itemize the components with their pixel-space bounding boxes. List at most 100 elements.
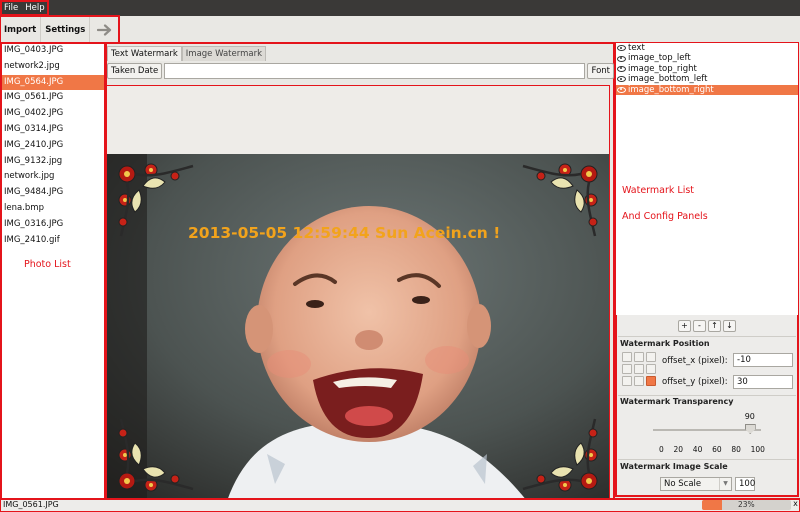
transparency-value: 90 — [744, 412, 755, 421]
tick-label: 80 — [731, 445, 741, 454]
position-cell[interactable] — [622, 352, 632, 362]
eye-icon[interactable] — [617, 65, 626, 72]
watermark-list-item[interactable]: text — [616, 43, 798, 53]
arrow-right-icon — [96, 23, 111, 36]
tick-label: 60 — [712, 445, 722, 454]
progress-fill — [702, 500, 723, 510]
menu-file[interactable]: File — [4, 3, 18, 13]
status-bar: IMG_0561.JPG 23% x — [0, 498, 800, 512]
list-buttons: + - ↑ ↓ — [678, 320, 736, 332]
font-button[interactable]: Font — [587, 62, 614, 79]
photo-list-item[interactable]: IMG_0402.JPG — [1, 106, 105, 122]
tick-label: 20 — [673, 445, 684, 454]
offset-y-label: offset_y (pixel): — [662, 377, 728, 387]
scale-mode-select[interactable]: No Scale ▼ — [660, 477, 732, 491]
photo-list-item[interactable]: IMG_0403.JPG — [1, 43, 105, 59]
watermark-item-label: image_top_left — [628, 53, 691, 64]
photo-list-item[interactable]: network2.jpg — [1, 59, 105, 75]
text-row: Taken Date Font — [107, 62, 614, 79]
position-cell[interactable] — [634, 376, 644, 386]
photo-list-item[interactable]: lena.bmp — [1, 201, 105, 217]
tick-label: 40 — [692, 445, 703, 454]
eye-icon[interactable] — [617, 55, 626, 62]
scale-value-input[interactable]: 100 — [735, 477, 755, 491]
photo-list-item[interactable]: IMG_0314.JPG — [1, 122, 105, 138]
watermark-list-item[interactable]: image_top_left — [616, 53, 798, 63]
position-cell[interactable] — [634, 352, 644, 362]
watermark-list-annotation: Watermark List — [622, 185, 695, 196]
eye-icon[interactable] — [617, 45, 626, 52]
transparency-title: Watermark Transparency — [620, 397, 734, 406]
photo-list-item[interactable]: IMG_2410.gif — [1, 233, 105, 249]
preview-background — [107, 86, 609, 154]
photo-items: IMG_0403.JPG network2.jpg IMG_0564.JPG IMG_… — [1, 43, 105, 248]
watermark-item-label: image_bottom_left — [628, 74, 708, 85]
move-up-button[interactable]: ↑ — [708, 320, 721, 332]
photo-list-item[interactable]: IMG_0561.JPG — [1, 90, 105, 106]
next-button[interactable] — [90, 16, 119, 43]
photo-list-item[interactable]: IMG_2410.JPG — [1, 138, 105, 154]
photo-list-item[interactable]: IMG_0316.JPG — [1, 217, 105, 233]
position-cell[interactable] — [646, 364, 656, 374]
transparency-slider-track[interactable] — [653, 429, 761, 431]
editor-panel: Text Watermark Image Watermark Taken Dat… — [105, 42, 615, 502]
watermark-item-label: text — [628, 43, 645, 53]
watermark-items: text image_top_left image_top_right image_b… — [616, 43, 798, 95]
config-panels-annotation: And Config Panels — [622, 211, 708, 222]
add-watermark-button[interactable]: + — [678, 320, 691, 332]
tick-label: 0 — [659, 445, 664, 454]
watermark-list-item[interactable]: image_bottom_left — [616, 74, 798, 84]
offset-x-label: offset_x (pixel): — [662, 356, 728, 366]
preview-area: 2013-05-05 12:59:44 Sun Acein.cn ! — [106, 85, 610, 502]
photo-list-item[interactable]: network.jpg — [1, 169, 105, 185]
watermark-list-item[interactable]: image_bottom_right — [616, 84, 798, 95]
photo-list: IMG_0403.JPG network2.jpg IMG_0564.JPG IMG_… — [0, 42, 106, 500]
divider — [618, 336, 796, 337]
menu-bar: File Help — [0, 0, 800, 16]
photo-list-annotation: Photo List — [24, 259, 71, 270]
toolbar: Import Settings — [0, 15, 120, 44]
position-cell[interactable] — [622, 364, 632, 374]
photo-list-item[interactable]: IMG_9132.jpg — [1, 154, 105, 170]
settings-button[interactable]: Settings — [41, 16, 91, 43]
progress-label: 23% — [738, 500, 755, 509]
chevron-down-icon: ▼ — [719, 478, 731, 490]
tick-label: 100 — [750, 445, 765, 454]
tab-image-watermark[interactable]: Image Watermark — [181, 46, 266, 61]
position-cell[interactable] — [622, 376, 632, 386]
position-grid — [622, 352, 656, 386]
move-down-button[interactable]: ↓ — [723, 320, 736, 332]
position-cell[interactable] — [646, 352, 656, 362]
right-panel: text image_top_left image_top_right image_b… — [615, 42, 799, 497]
position-cell[interactable] — [634, 364, 644, 374]
scale-title: Watermark Image Scale — [620, 462, 728, 471]
watermark-tabs: Text Watermark Image Watermark — [107, 46, 266, 61]
status-file: IMG_0561.JPG — [3, 500, 59, 509]
watermark-list-item[interactable]: image_top_right — [616, 64, 798, 74]
transparency-ticks: 0 20 40 60 80 100 — [659, 445, 765, 454]
scale-mode-value: No Scale — [664, 479, 702, 489]
divider — [618, 395, 796, 396]
watermark-text-overlay: 2013-05-05 12:59:44 Sun Acein.cn ! — [188, 224, 500, 242]
menu-help[interactable]: Help — [25, 3, 44, 13]
watermark-item-label: image_bottom_right — [628, 84, 714, 95]
watermark-text-input[interactable] — [164, 62, 586, 79]
photo-preview[interactable]: 2013-05-05 12:59:44 Sun Acein.cn ! — [107, 154, 609, 501]
offset-x-input[interactable]: -10 — [733, 353, 793, 367]
transparency-slider-thumb[interactable] — [744, 424, 756, 434]
remove-watermark-button[interactable]: - — [693, 320, 706, 332]
divider — [618, 459, 796, 460]
eye-icon[interactable] — [617, 76, 626, 83]
menu-group: File Help — [0, 0, 49, 16]
position-title: Watermark Position — [620, 339, 710, 348]
watermark-list: text image_top_left image_top_right image_b… — [616, 43, 798, 315]
taken-date-button[interactable]: Taken Date — [107, 62, 163, 79]
tab-text-watermark[interactable]: Text Watermark — [107, 46, 182, 61]
photo-list-item[interactable]: IMG_0564.JPG — [1, 74, 105, 91]
import-button[interactable]: Import — [0, 16, 42, 43]
close-status-button[interactable]: x — [791, 499, 800, 511]
offset-y-input[interactable]: 30 — [733, 375, 793, 389]
photo-list-item[interactable]: IMG_9484.JPG — [1, 185, 105, 201]
position-cell[interactable] — [646, 376, 656, 386]
eye-icon[interactable] — [617, 86, 626, 93]
